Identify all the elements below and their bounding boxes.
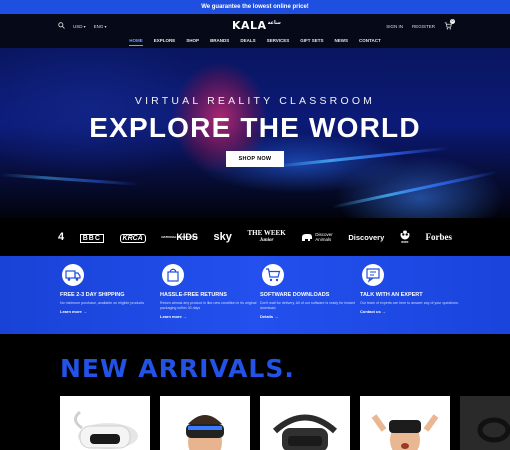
nav-brands[interactable]: BRANDS [210,38,229,46]
brand-natgeo-kids-logo[interactable]: NATIONAL GEOGRAPHIC KIDS [161,232,198,242]
product-card-vr-headset-black[interactable] [260,396,350,450]
vr-headset-image [272,414,338,450]
feature-shipping: FREE 2-3 DAY SHIPPING No minimum purchas… [60,264,160,314]
hero-banner: VIRTUAL REALITY CLASSROOM EXPLORE THE WO… [0,48,510,218]
man-with-vr-image [160,396,250,450]
cart-icon[interactable]: 0 [444,19,455,30]
brand-channel4-logo[interactable]: 4 [58,231,64,243]
brand-sky-logo[interactable]: sky [213,231,231,243]
promo-text: We guarantee the lowest online price! [201,4,309,10]
hero-subtitle: VIRTUAL REALITY CLASSROOM [134,95,376,107]
nav-services[interactable]: SERVICES [267,38,290,46]
nav-home[interactable]: HOME [129,38,143,46]
product-card-vr-headset-white[interactable] [60,396,150,450]
nav-gift-sets[interactable]: GIFT SETS [300,38,323,46]
product-card-accessory[interactable] [460,396,510,450]
brand-discover-animals-logo[interactable]: Discover Animals [301,232,333,242]
feature-description: No minimum purchase, available on eligib… [60,301,145,305]
hero-title: EXPLORE THE WORLD [89,112,421,143]
main-nav: HOME EXPLORE SHOP BRANDS DEALS SERVICES … [0,38,510,46]
feature-title: FREE 2-3 DAY SHIPPING [60,292,125,298]
features-section: FREE 2-3 DAY SHIPPING No minimum purchas… [0,256,510,334]
site-header: USD ENG KALAساعة SIGN IN REGISTER 0 HOME… [0,14,510,48]
sign-in-link[interactable]: SIGN IN [386,24,403,29]
brand-forbes-logo[interactable]: Forbes [425,232,452,242]
logo-text: KALA [232,19,267,32]
truck-icon [62,264,84,286]
brand-krca-logo[interactable]: KRCA [119,233,146,243]
search-icon[interactable] [58,22,65,30]
feature-title: HASSLE-FREE RETURNS [160,292,227,298]
feature-learn-more-link[interactable]: Learn more → [60,309,160,314]
new-arrivals-title: NEW ARRIVALS. [60,354,295,383]
vr-headset-image [74,410,138,449]
hero-light-streak [331,170,499,209]
register-link[interactable]: REGISTER [412,24,435,29]
feature-description: Return almost any product in like-new co… [160,301,257,310]
header-left-tools: USD ENG [58,22,107,30]
currency-select[interactable]: USD [73,24,86,29]
feature-details-link[interactable]: Details → [260,314,360,319]
nav-explore[interactable]: EXPLORE [154,38,176,46]
cart-download-icon [262,264,284,286]
product-card-vr-boy[interactable] [360,396,450,450]
logo-sub: ساعة [267,20,281,27]
header-right-tools: SIGN IN REGISTER 0 [386,19,455,30]
nav-contact[interactable]: CONTACT [359,38,381,46]
brand-bbc-logo[interactable]: BBC [79,233,104,243]
cart-count-badge: 0 [450,19,455,24]
elephant-icon [302,233,313,241]
feature-expert: TALK WITH AN EXPERT Our team of experts … [360,264,460,314]
nav-news[interactable]: NEWS [335,38,349,46]
shopping-bag-icon [162,264,184,286]
feature-title: TALK WITH AN EXPERT [360,292,423,298]
product-card-vr-man[interactable] [160,396,250,450]
ring-image [477,417,510,443]
feature-contact-link[interactable]: Contact us → [360,309,460,314]
panda-icon [400,230,410,240]
site-logo[interactable]: KALAساعة [232,19,281,32]
feature-description: Our team of experts are here to answer a… [360,301,459,305]
brand-wwf-logo[interactable]: WWF [400,230,410,244]
feature-learn-more-link[interactable]: Learn more → [160,314,260,319]
boy-with-vr-image [360,396,450,450]
feature-software: SOFTWARE DOWNLOADS Don't wait for delive… [260,264,360,319]
brand-the-week-junior-logo[interactable]: THE WEEK Junior [247,230,285,244]
nav-shop[interactable]: SHOP [186,38,199,46]
feature-title: SOFTWARE DOWNLOADS [260,292,330,298]
language-select[interactable]: ENG [94,24,107,29]
feature-returns: HASSLE-FREE RETURNS Return almost any pr… [160,264,260,319]
feature-description: Don't wait for delivery. All of our soft… [260,301,355,310]
hero-light-streak [270,146,450,169]
hero-light-streak [0,173,140,186]
brand-logos-strip: 4 BBC KRCA NATIONAL GEOGRAPHIC KIDS sky … [0,218,510,256]
promo-bar: We guarantee the lowest online price! [0,0,510,14]
new-arrivals-section: NEW ARRIVALS. [0,334,510,450]
chat-monitor-icon [362,264,384,286]
nav-deals[interactable]: DEALS [240,38,255,46]
brand-discovery-logo[interactable]: Discovery [348,233,384,242]
shop-now-button[interactable]: SHOP NOW [226,151,284,167]
